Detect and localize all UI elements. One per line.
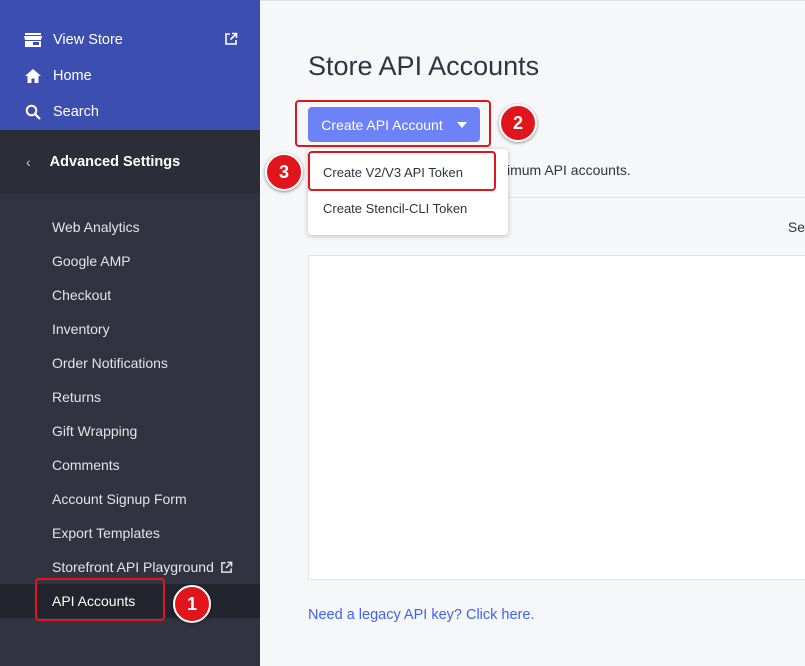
sidebar-item-label: Storefront API Playground bbox=[52, 559, 214, 575]
sidebar-item-inventory[interactable]: Inventory bbox=[0, 312, 260, 346]
table-column-header[interactable]: Se bbox=[788, 219, 805, 235]
create-api-account-button[interactable]: Create API Account bbox=[308, 107, 480, 142]
search-label: Search bbox=[53, 104, 99, 120]
create-api-dropdown-menu: Create V2/V3 API Token Create Stencil-CL… bbox=[308, 149, 508, 235]
search-icon bbox=[24, 103, 42, 121]
step-badge-1: 1 bbox=[173, 585, 211, 623]
sidebar-item-label: Returns bbox=[52, 389, 102, 405]
sidebar-item-gift-wrapping[interactable]: Gift Wrapping bbox=[0, 414, 260, 448]
sidebar-top-nav: View Store Home Search bbox=[0, 0, 260, 130]
sidebar: View Store Home Search ‹ Advanced Settin… bbox=[0, 0, 260, 666]
view-store-link[interactable]: View Store bbox=[0, 22, 260, 58]
sidebar-item-label: Checkout bbox=[52, 287, 112, 303]
storefront-icon bbox=[24, 31, 42, 49]
sidebar-item-order-notifications[interactable]: Order Notifications bbox=[0, 346, 260, 380]
sidebar-item-google-amp[interactable]: Google AMP bbox=[0, 244, 260, 278]
search-link[interactable]: Search bbox=[0, 94, 260, 130]
sidebar-item-storefront-api-playground[interactable]: Storefront API Playground bbox=[0, 550, 260, 584]
sidebar-item-returns[interactable]: Returns bbox=[0, 380, 260, 414]
sidebar-item-label: Web Analytics bbox=[52, 219, 140, 235]
legacy-api-key-link[interactable]: Need a legacy API key? Click here. bbox=[308, 607, 534, 623]
sidebar-item-export-templates[interactable]: Export Templates bbox=[0, 516, 260, 550]
main-content: Store API Accounts Create API Account xi… bbox=[260, 0, 805, 666]
home-icon bbox=[24, 67, 42, 85]
home-label: Home bbox=[53, 68, 92, 84]
step-badge-3: 3 bbox=[265, 153, 303, 191]
external-link-icon bbox=[220, 561, 233, 574]
sidebar-item-label: Account Signup Form bbox=[52, 491, 187, 507]
sidebar-item-label: Inventory bbox=[52, 321, 110, 337]
sidebar-item-checkout[interactable]: Checkout bbox=[0, 278, 260, 312]
menu-item-create-v2-v3-token[interactable]: Create V2/V3 API Token bbox=[323, 165, 463, 180]
create-button-label: Create API Account bbox=[321, 116, 443, 133]
page-title: Store API Accounts bbox=[308, 51, 540, 81]
table-body bbox=[308, 256, 805, 580]
menu-item-create-stencil-cli-token[interactable]: Create Stencil-CLI Token bbox=[323, 201, 467, 216]
step-badge-2: 2 bbox=[499, 104, 537, 142]
sidebar-item-account-signup-form[interactable]: Account Signup Form bbox=[0, 482, 260, 516]
api-accounts-info-text: ximum API accounts. bbox=[500, 162, 631, 178]
chevron-left-icon: ‹ bbox=[26, 154, 31, 170]
sidebar-item-web-analytics[interactable]: Web Analytics bbox=[0, 210, 260, 244]
sidebar-item-label: API Accounts bbox=[52, 593, 136, 609]
home-link[interactable]: Home bbox=[0, 58, 260, 94]
caret-down-icon bbox=[456, 121, 467, 128]
external-link-icon bbox=[224, 32, 238, 46]
sidebar-item-label: Comments bbox=[52, 457, 120, 473]
sidebar-item-label: Order Notifications bbox=[52, 355, 168, 371]
settings-nav-list: Web Analytics Google AMP Checkout Invent… bbox=[0, 194, 260, 618]
sidebar-item-label: Export Templates bbox=[52, 525, 160, 541]
sidebar-item-label: Google AMP bbox=[52, 253, 131, 269]
sidebar-item-comments[interactable]: Comments bbox=[0, 448, 260, 482]
advanced-settings-header[interactable]: ‹ Advanced Settings bbox=[0, 130, 260, 194]
view-store-label: View Store bbox=[53, 32, 123, 48]
sidebar-item-api-accounts[interactable]: API Accounts bbox=[0, 584, 260, 618]
sidebar-item-label: Gift Wrapping bbox=[52, 423, 138, 439]
section-title: Advanced Settings bbox=[49, 154, 181, 170]
